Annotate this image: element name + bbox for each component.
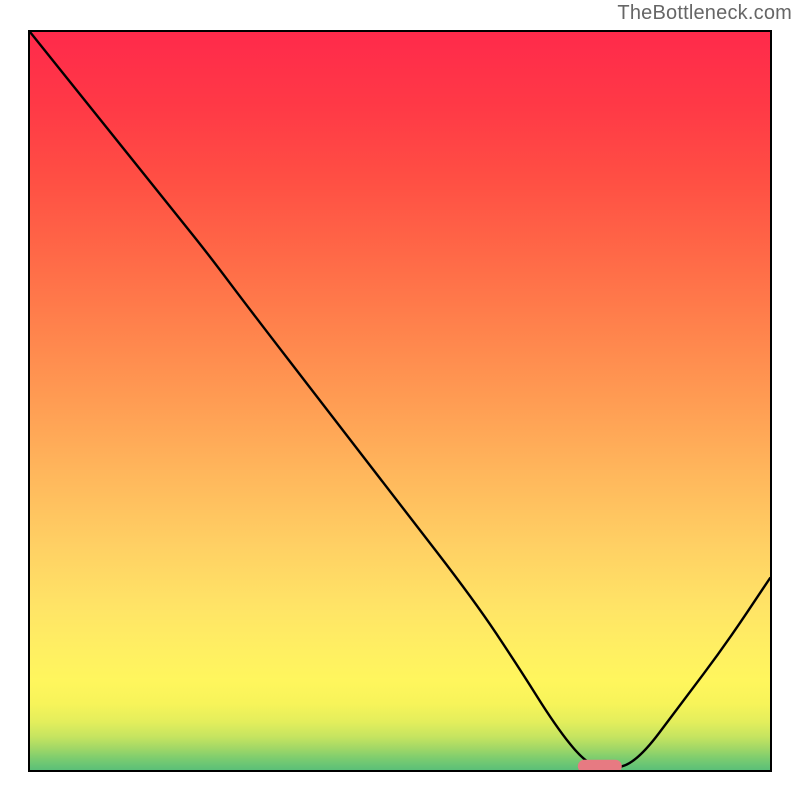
optimal-marker (578, 760, 622, 770)
plot-area (28, 30, 772, 772)
chart-svg (30, 32, 770, 770)
chart-frame: TheBottleneck.com (0, 0, 800, 800)
gradient-background (30, 32, 770, 770)
attribution-text: TheBottleneck.com (617, 2, 792, 25)
